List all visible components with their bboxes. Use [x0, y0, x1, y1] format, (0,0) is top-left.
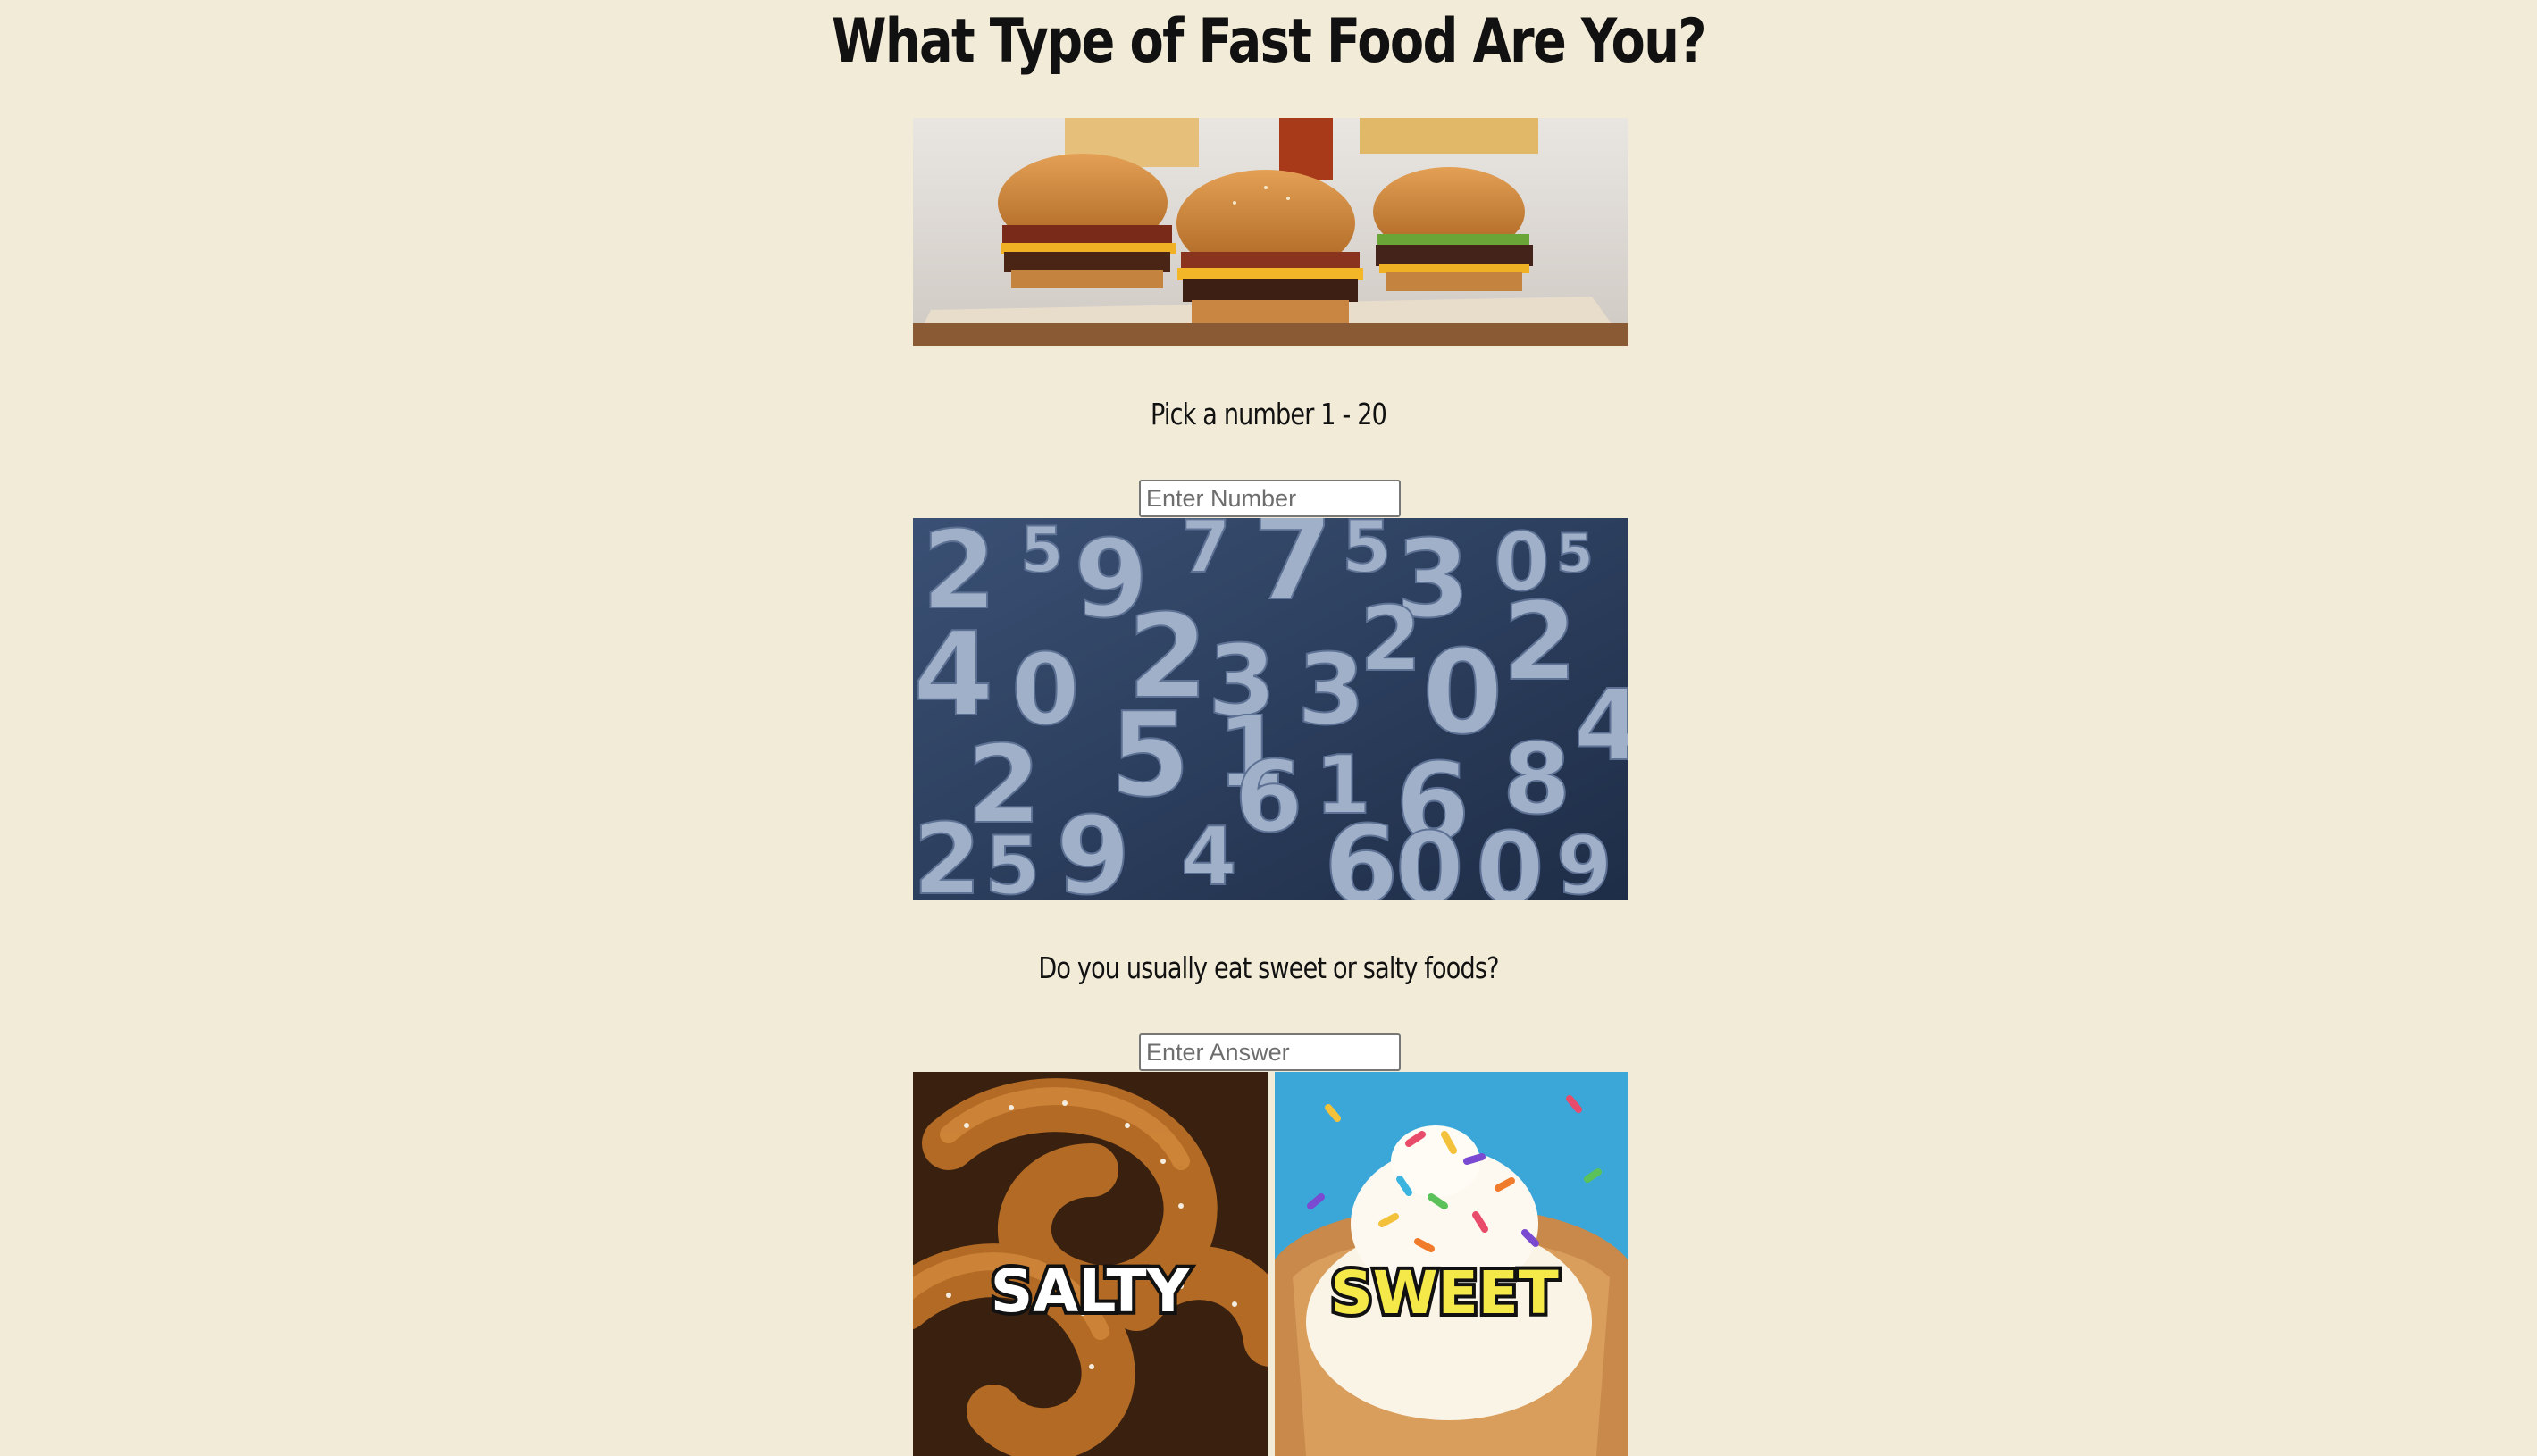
svg-text:0: 0 — [1395, 811, 1464, 900]
svg-text:2: 2 — [913, 802, 982, 900]
svg-text:2: 2 — [1503, 581, 1578, 705]
quiz-page: What Type of Fast Food Are You? Pick a n… — [0, 0, 2537, 1456]
salty-image: SALTY — [913, 1072, 1268, 1456]
svg-text:7: 7 — [1252, 518, 1333, 626]
svg-text:0: 0 — [1476, 811, 1545, 900]
svg-text:5: 5 — [1556, 523, 1594, 585]
svg-text:5: 5 — [1020, 518, 1064, 587]
number-input[interactable] — [1139, 480, 1401, 517]
svg-text:0: 0 — [1422, 624, 1503, 760]
svg-text:4: 4 — [1574, 668, 1628, 782]
numbers-image: 2 5 9 7 7 5 3 0 5 4 0 2 3 3 2 0 2 4 2 5 — [913, 518, 1628, 900]
taste-input[interactable] — [1139, 1033, 1401, 1071]
question-number-prompt: Pick a number 1 - 20 — [1150, 397, 1387, 431]
question-taste-prompt: Do you usually eat sweet or salty foods? — [1038, 950, 1499, 985]
svg-text:5: 5 — [1342, 518, 1392, 589]
svg-text:5: 5 — [984, 819, 1041, 900]
svg-text:4: 4 — [1181, 810, 1237, 900]
salty-label: SALTY — [991, 1257, 1191, 1326]
svg-text:2: 2 — [1360, 587, 1422, 691]
svg-text:4: 4 — [913, 607, 993, 742]
sweet-label: SWEET — [1330, 1259, 1559, 1327]
svg-text:7: 7 — [1181, 518, 1231, 589]
svg-text:6: 6 — [1235, 740, 1303, 854]
svg-text:9: 9 — [1556, 819, 1612, 900]
page-title: What Type of Fast Food Are You? — [832, 6, 1707, 77]
svg-text:3: 3 — [1297, 632, 1366, 747]
svg-text:9: 9 — [1056, 795, 1131, 900]
sweet-image: SWEET — [1275, 1072, 1628, 1456]
burgers-image — [913, 118, 1628, 346]
svg-text:6: 6 — [1324, 804, 1399, 900]
